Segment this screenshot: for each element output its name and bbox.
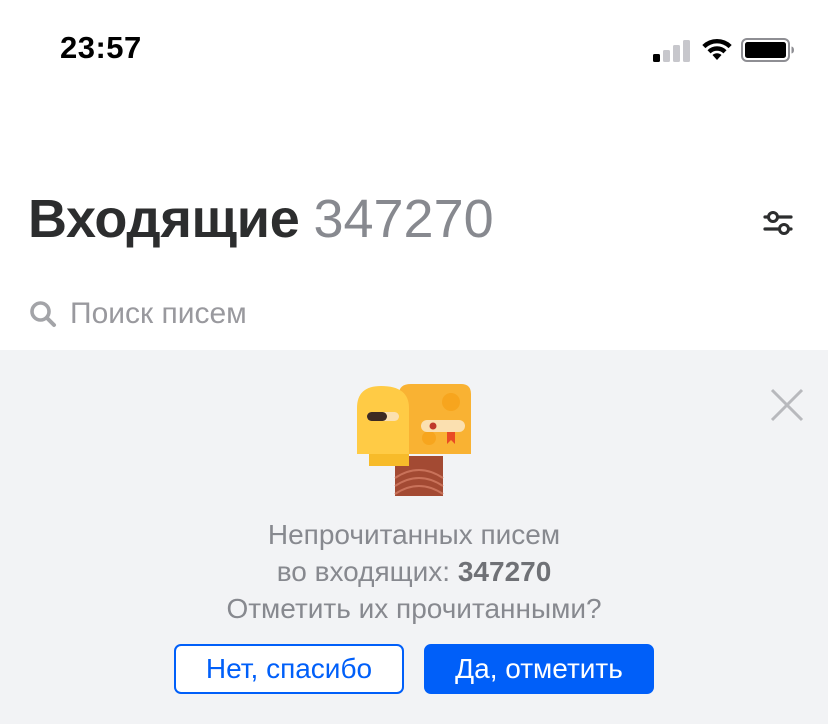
close-icon	[770, 388, 804, 422]
search-input[interactable]	[70, 297, 570, 331]
page-title: Входящие	[28, 189, 300, 249]
decline-button[interactable]: Нет, спасибо	[174, 644, 404, 694]
mark-read-button[interactable]: Да, отметить	[424, 644, 654, 694]
search-icon	[30, 301, 56, 327]
wifi-icon	[702, 38, 732, 60]
unread-count: 347270	[313, 189, 494, 249]
close-button[interactable]	[768, 386, 806, 424]
promo-line-1: Непрочитанных писем	[267, 519, 561, 550]
mascot-illustration-icon	[357, 384, 471, 496]
promo-message: Непрочитанных писем во входящих: 347270 …	[0, 516, 828, 627]
promo-line-2: во входящих: 347270	[0, 553, 828, 590]
promo-line-2-prefix: во входящих:	[276, 556, 458, 587]
status-time: 23:57	[60, 30, 142, 65]
inbox-header: Входящие 347270	[28, 188, 494, 258]
search-bar[interactable]	[28, 292, 570, 336]
filter-sliders-icon	[763, 211, 793, 235]
filter-button[interactable]	[760, 205, 796, 241]
promo-line-3: Отметить их прочитанными?	[226, 593, 602, 624]
status-bar: 23:57	[0, 0, 828, 100]
battery-icon	[741, 38, 794, 62]
cellular-signal-icon	[653, 38, 691, 62]
promo-unread-count: 347270	[457, 556, 552, 587]
